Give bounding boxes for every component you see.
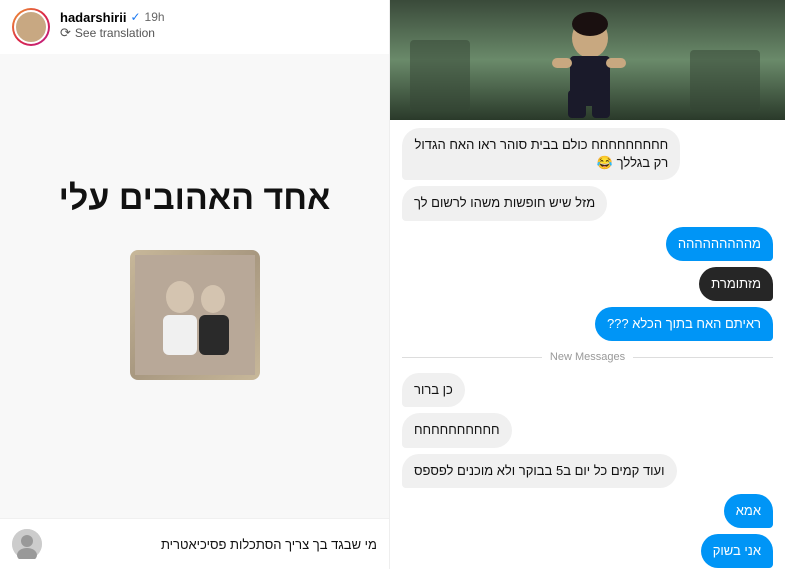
right-panel: חחחחחחחחח כולם בבית סוהר ראו האח הגדול ר… (390, 0, 785, 569)
left-panel: hadarshirii ✓ 19h ⟳ See translation אחד … (0, 0, 390, 569)
message-9: אמא (724, 494, 773, 528)
new-messages-divider: New Messages (402, 351, 773, 363)
photo-placeholder (130, 250, 260, 380)
message-8: ועוד קמים כל יום ב5 בבוקר ולא מוכנים לפס… (402, 454, 677, 488)
message-10: אני בשוק (701, 534, 773, 568)
see-translation-label: See translation (75, 26, 155, 40)
message-7: חחחחחחחחחח (402, 413, 512, 447)
username[interactable]: hadarshirii (60, 10, 126, 25)
translate-icon: ⟳ (60, 25, 71, 41)
message-1: חחחחחחחחח כולם בבית סוהר ראו האח הגדול ר… (402, 128, 680, 180)
story-photo (130, 250, 260, 380)
comment-section: מי שבגד בך צריך הסתכלות פסיכיאטרית (0, 518, 389, 569)
chat-top-photo (390, 0, 785, 120)
avatar (12, 8, 50, 46)
story-time: 19h (145, 10, 165, 24)
story-big-text: אחד האהובים עלי (59, 176, 331, 220)
message-6: כן ברור (402, 373, 465, 407)
message-3: מההההההההה (666, 227, 773, 261)
see-translation-button[interactable]: ⟳ See translation (60, 25, 165, 45)
message-5: ראיתם האח בתוך הכלא ??? (595, 307, 773, 341)
commenter-avatar (12, 529, 42, 559)
divider-line-right (633, 357, 773, 358)
divider-text: New Messages (550, 351, 625, 363)
user-info: hadarshirii ✓ 19h ⟳ See translation (60, 10, 165, 45)
story-header: hadarshirii ✓ 19h ⟳ See translation (0, 0, 389, 54)
message-4: מזתומרת (699, 267, 773, 301)
username-row: hadarshirii ✓ 19h (60, 10, 165, 25)
comment-text: מי שבגד בך צריך הסתכלות פסיכיאטרית (50, 537, 377, 552)
message-2: מזל שיש חופשות משהו לרשום לך (402, 186, 607, 220)
story-content: אחד האהובים עלי (0, 54, 389, 518)
verified-icon: ✓ (130, 10, 140, 24)
messages-area[interactable]: חחחחחחחחח כולם בבית סוהר ראו האח הגדול ר… (390, 120, 785, 569)
divider-line-left (402, 357, 542, 358)
